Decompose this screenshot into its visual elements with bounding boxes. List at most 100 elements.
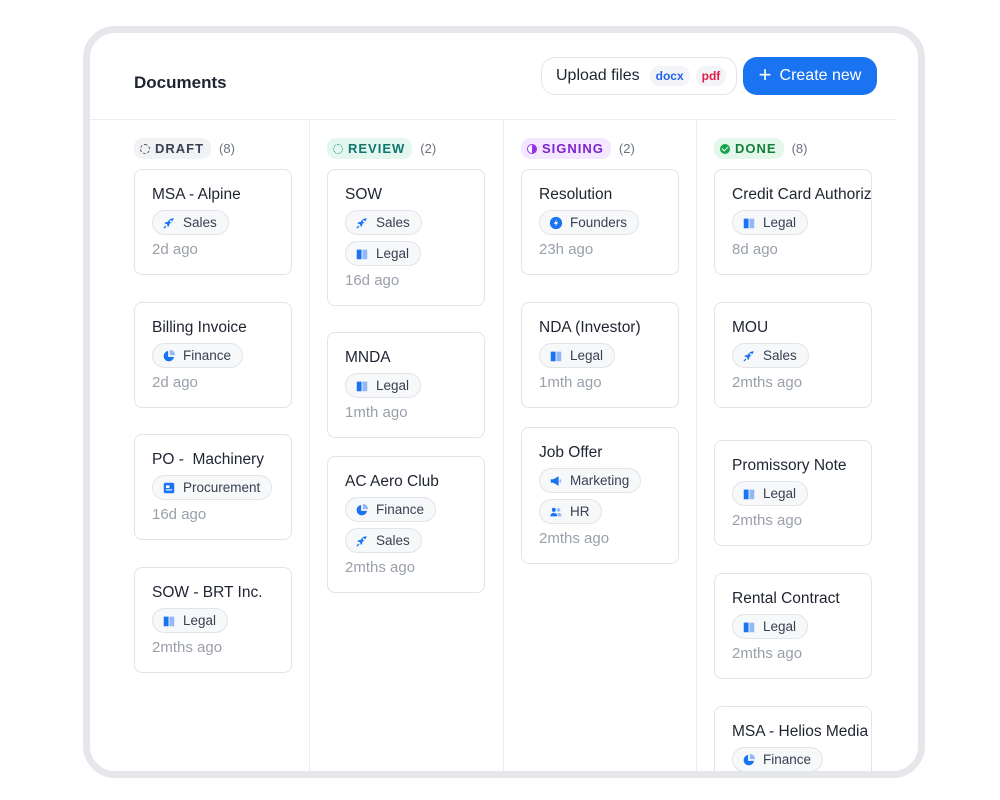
card-timestamp: 2d ago (152, 241, 198, 258)
card-timestamp: 8d ago (732, 241, 778, 258)
card-title: Job Offer (539, 444, 603, 461)
book-icon (549, 349, 563, 363)
book-icon (742, 216, 756, 230)
card-title: PO - Machinery (152, 451, 264, 468)
card-title: MNDA (345, 349, 391, 366)
card-title: NDA (Investor) (539, 319, 641, 336)
book-icon (742, 487, 756, 501)
tag-founders: Founders (539, 210, 640, 235)
tag-legal: Legal (732, 210, 809, 235)
tag-sales: Sales (345, 528, 422, 553)
tag-sales: Sales (345, 210, 422, 235)
card-title: AC Aero Club (345, 473, 439, 490)
column-review: REVIEW (2) SOW Sales Legal 16d ago MNDA … (327, 120, 487, 771)
status-badge-signing: SIGNING (521, 138, 611, 159)
book-icon (355, 247, 369, 261)
column-divider (503, 120, 504, 771)
app-window: Documents Upload files docx pdf + Create… (83, 26, 925, 778)
card-title: Billing Invoice (152, 319, 247, 336)
card-title: MSA - Alpine (152, 186, 241, 203)
tag-legal: Legal (539, 343, 616, 368)
rocket-icon (355, 216, 369, 230)
tag-finance: Finance (152, 343, 244, 368)
document-card[interactable]: Rental Contract Legal 2mths ago (714, 573, 872, 679)
document-card[interactable]: MSA - Alpine Sales 2d ago (134, 169, 292, 275)
format-badge-docx: docx (649, 66, 690, 86)
signing-status-icon (527, 143, 537, 154)
tag-procurement: Procurement (152, 475, 273, 500)
card-timestamp: 1mth ago (539, 374, 602, 391)
upload-files-button[interactable]: Upload files docx pdf (541, 57, 737, 95)
status-badge-done: DONE (714, 138, 784, 159)
upload-files-label: Upload files (556, 67, 640, 84)
users-icon (549, 505, 563, 519)
tag-marketing: Marketing (539, 468, 642, 493)
card-title: SOW (345, 186, 383, 203)
column-count: (8) (791, 141, 808, 156)
card-timestamp: 2mths ago (345, 559, 416, 576)
card-timestamp: 23h ago (539, 241, 594, 258)
tag-finance: Finance (732, 747, 824, 771)
document-card[interactable]: Promissory Note Legal 2mths ago (714, 440, 872, 546)
check-circle-icon (720, 143, 730, 154)
column-count: (8) (219, 141, 235, 156)
document-card[interactable]: NDA (Investor) Legal 1mth ago (521, 302, 679, 408)
card-timestamp: 1mth ago (345, 404, 408, 421)
tag-sales: Sales (732, 343, 809, 368)
pie-chart-icon (355, 503, 369, 517)
card-timestamp: 2mths ago (539, 530, 610, 547)
status-badge-review: REVIEW (327, 138, 413, 159)
document-card[interactable]: PO - Machinery Procurement 16d ago (134, 434, 292, 540)
tag-hr: HR (539, 499, 602, 524)
column-draft: DRAFT (8) MSA - Alpine Sales 2d ago Bill… (134, 120, 294, 771)
card-title: Promissory Note (732, 457, 847, 474)
column-done: DONE (8) Credit Card Authorization Legal… (714, 120, 874, 771)
document-card[interactable]: MOU Sales 2mths ago (714, 302, 872, 408)
document-card[interactable]: Credit Card Authorization Legal 8d ago (714, 169, 872, 275)
tag-legal: Legal (345, 241, 422, 266)
card-title: MOU (732, 319, 769, 336)
tag-finance: Finance (345, 497, 437, 522)
card-timestamp: 16d ago (152, 506, 207, 523)
create-new-button[interactable]: + Create new (743, 57, 877, 95)
tag-legal: Legal (152, 608, 229, 633)
megaphone-icon (549, 474, 563, 488)
document-card[interactable]: Resolution Founders 23h ago (521, 169, 679, 275)
card-timestamp: 2mths ago (732, 645, 803, 662)
column-count: (2) (618, 141, 635, 156)
card-title: Resolution (539, 186, 613, 203)
document-card[interactable]: MSA - Helios Media Finance (714, 706, 872, 771)
document-card[interactable]: Billing Invoice Finance 2d ago (134, 302, 292, 408)
status-badge-draft: DRAFT (134, 138, 212, 159)
book-icon (355, 379, 369, 393)
book-icon (162, 614, 176, 628)
column-signing: SIGNING (2) Resolution Founders 23h ago … (521, 120, 681, 771)
bolt-icon (549, 216, 563, 230)
column-divider (309, 120, 310, 771)
card-title: Rental Contract (732, 590, 840, 607)
rocket-icon (742, 349, 756, 363)
draft-status-icon (140, 143, 150, 154)
card-timestamp: 2d ago (152, 374, 198, 391)
document-card[interactable]: SOW - BRT Inc. Legal 2mths ago (134, 567, 292, 673)
document-card[interactable]: MNDA Legal 1mth ago (327, 332, 485, 438)
tag-legal: Legal (732, 481, 809, 506)
page-title: Documents (134, 73, 227, 92)
receipt-icon (162, 481, 176, 495)
column-count: (2) (420, 141, 437, 156)
card-title: SOW - BRT Inc. (152, 584, 263, 601)
plus-icon: + (758, 62, 772, 87)
card-timestamp: 16d ago (345, 272, 400, 289)
document-card[interactable]: Job Offer Marketing HR 2mths ago (521, 427, 679, 564)
rocket-icon (355, 534, 369, 548)
rocket-icon (162, 216, 176, 230)
tag-legal: Legal (732, 614, 809, 639)
card-timestamp: 2mths ago (732, 512, 803, 529)
tag-legal: Legal (345, 373, 422, 398)
card-timestamp: 2mths ago (732, 374, 803, 391)
format-badge-pdf: pdf (695, 66, 727, 86)
document-card[interactable]: SOW Sales Legal 16d ago (327, 169, 485, 306)
card-timestamp: 2mths ago (152, 639, 223, 656)
create-new-label: Create new (779, 67, 862, 84)
document-card[interactable]: AC Aero Club Finance Sales 2mths ago (327, 456, 485, 593)
